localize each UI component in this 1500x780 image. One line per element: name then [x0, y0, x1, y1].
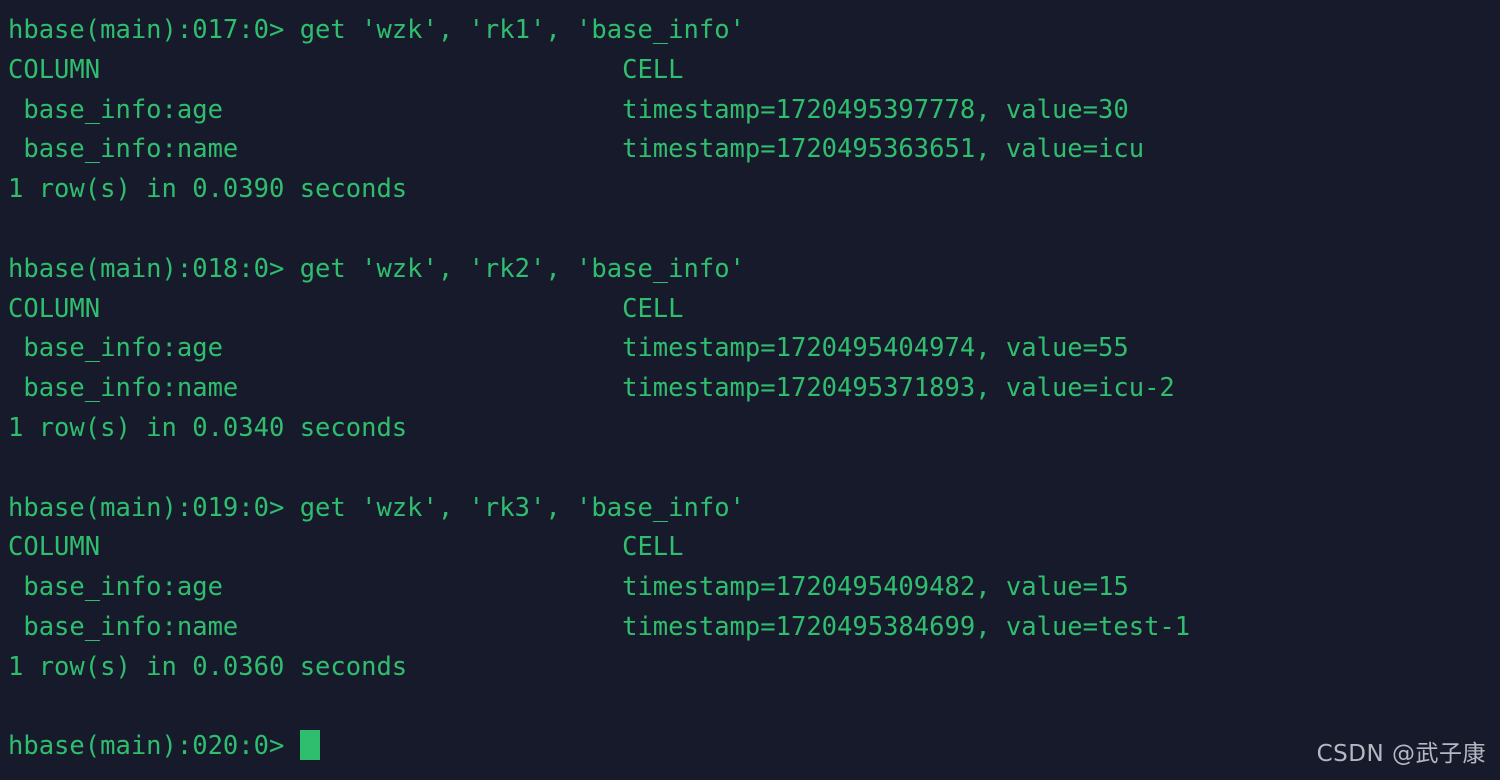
terminal-line: 1 row(s) in 0.0360 seconds	[8, 651, 408, 682]
csdn-watermark: CSDN @武子康	[1316, 741, 1486, 767]
terminal-screen[interactable]: hbase(main):017:0> get 'wzk', 'rk1', 'ba…	[0, 0, 1500, 767]
terminal-line: COLUMN CELL	[8, 54, 684, 85]
terminal-line: 1 row(s) in 0.0340 seconds	[8, 412, 408, 443]
terminal-line: base_info:name timestamp=1720495363651, …	[8, 134, 1145, 165]
terminal-line: base_info:name timestamp=1720495371893, …	[8, 373, 1175, 404]
terminal-line: base_info:age timestamp=1720495397778, v…	[8, 94, 1129, 125]
terminal-line: COLUMN CELL	[8, 293, 684, 324]
terminal-line: 1 row(s) in 0.0390 seconds	[8, 174, 408, 205]
terminal-line: COLUMN CELL	[8, 532, 684, 563]
terminal-line: hbase(main):017:0> get 'wzk', 'rk1', 'ba…	[8, 15, 745, 45]
terminal-line: base_info:age timestamp=1720495404974, v…	[8, 333, 1129, 364]
terminal-line: base_info:name timestamp=1720495384699, …	[8, 611, 1191, 642]
text-cursor	[299, 730, 320, 761]
terminal-line: hbase(main):018:0> get 'wzk', 'rk2', 'ba…	[8, 253, 745, 284]
terminal-window[interactable]: hbase(main):017:0> get 'wzk', 'rk1', 'ba…	[0, 0, 1500, 780]
terminal-line: hbase(main):019:0> get 'wzk', 'rk3', 'ba…	[8, 492, 745, 523]
terminal-prompt-line[interactable]: hbase(main):020:0>	[8, 727, 1500, 767]
terminal-line: base_info:age timestamp=1720495409482, v…	[8, 572, 1129, 603]
prompt-label: hbase(main):020:0>	[8, 731, 300, 762]
